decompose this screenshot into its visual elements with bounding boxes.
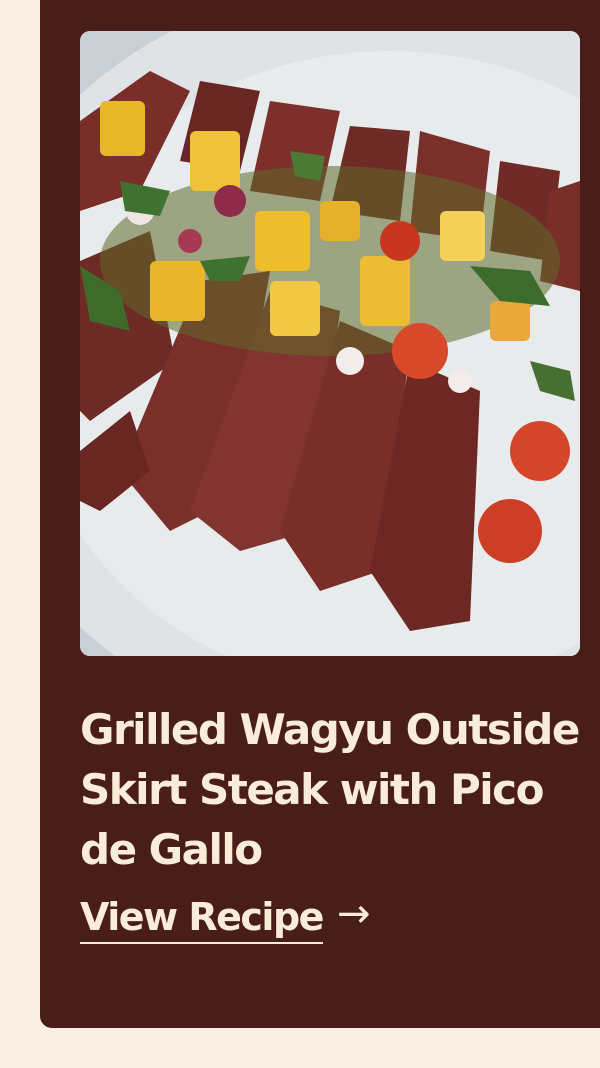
page: Grilled Wagyu Outside Skirt Steak with P… — [0, 0, 600, 1068]
recipe-image[interactable] — [80, 31, 580, 656]
arrow-right-icon[interactable]: → — [337, 889, 371, 939]
steak-photo-illustration — [80, 31, 580, 656]
recipe-title: Grilled Wagyu Outside Skirt Steak with P… — [80, 705, 580, 874]
view-recipe-link[interactable]: View Recipe → — [80, 889, 371, 944]
view-recipe-label[interactable]: View Recipe — [80, 892, 324, 944]
